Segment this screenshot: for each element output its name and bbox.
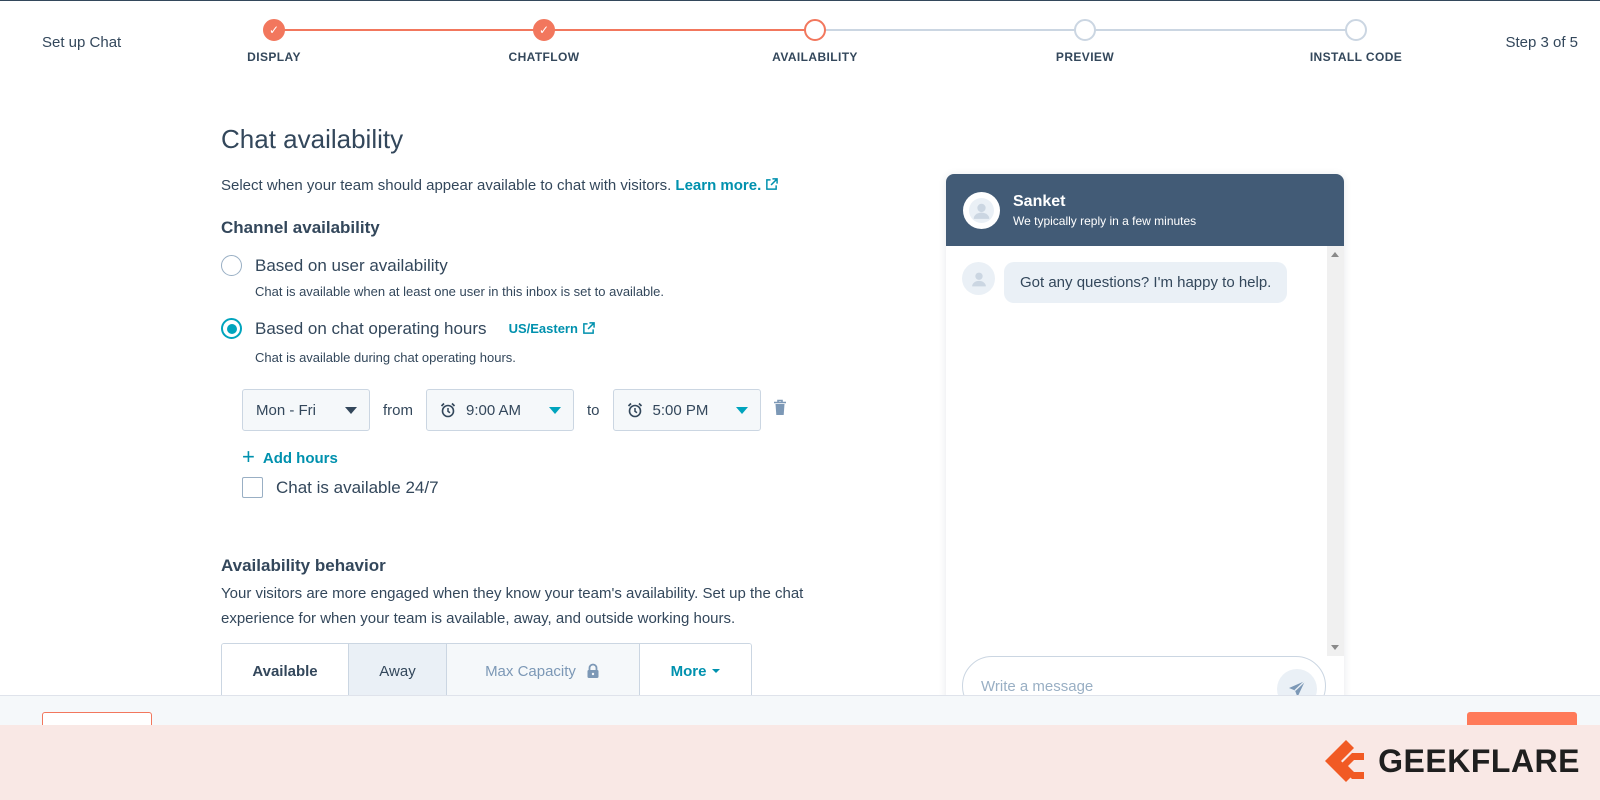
- user-icon: [969, 197, 994, 223]
- timezone-link[interactable]: US/Eastern: [509, 321, 595, 336]
- behavior-description: Your visitors are more engaged when they…: [221, 585, 804, 627]
- chevron-down-icon: [735, 406, 748, 414]
- end-time-select[interactable]: 5:00 PM: [612, 389, 761, 431]
- step-label: INSTALL CODE: [1309, 50, 1403, 64]
- avatar: [963, 191, 1000, 229]
- step-counter: Step 3 of 5: [1505, 34, 1578, 51]
- check-icon: ✓: [263, 19, 285, 41]
- agent-name: Sanket: [1013, 192, 1066, 210]
- external-link-icon: [583, 322, 595, 334]
- geekflare-logo-icon: [1325, 740, 1365, 782]
- intro-description: Select when your team should appear avai…: [221, 177, 672, 194]
- tab-max-capacity[interactable]: Max Capacity: [446, 644, 639, 697]
- radio-help-text: Chat is available when at least one user…: [255, 284, 665, 299]
- to-label: to: [587, 401, 600, 419]
- add-hours-label: Add hours: [262, 450, 338, 467]
- step-indicator: [1074, 19, 1096, 41]
- option-operating-hours[interactable]: Based on chat operating hours US/Eastern: [221, 318, 595, 339]
- avatar: [962, 262, 995, 295]
- external-link-icon: [766, 178, 779, 190]
- tab-label: Away: [379, 662, 416, 680]
- check-icon: ✓: [533, 19, 555, 41]
- checkbox-label: Chat is available 24/7: [276, 477, 439, 497]
- lock-icon: [587, 663, 599, 678]
- step-label: PREVIEW: [1055, 50, 1115, 64]
- tab-label: Max Capacity: [485, 662, 576, 680]
- timezone-label: US/Eastern: [508, 321, 578, 336]
- setup-title: Set up Chat: [42, 34, 122, 51]
- operating-hours-radio[interactable]: [221, 318, 242, 339]
- start-time-select[interactable]: 9:00 AM: [426, 389, 574, 431]
- watermark-band: GEEKFLARE: [0, 725, 1600, 800]
- add-hours-button[interactable]: + Add hours: [242, 444, 338, 470]
- setup-header: Set up Chat ✓ DISPLAY ✓ CHATFLOW AVAILAB…: [0, 0, 1600, 80]
- scroll-up-icon[interactable]: [1331, 252, 1339, 257]
- chat-header: Sanket We typically reply in a few minut…: [946, 174, 1344, 246]
- user-icon: [971, 272, 986, 286]
- radio-help-text: Chat is available during chat operating …: [255, 350, 516, 365]
- user-availability-radio[interactable]: [221, 255, 242, 276]
- operating-hours-row: Mon - Fri from 9:00 AM to 5:00 PM: [242, 389, 787, 431]
- step-label: CHATFLOW: [508, 50, 580, 64]
- availability-behavior-heading: Availability behavior: [221, 556, 386, 575]
- page-title: Chat availability: [221, 124, 404, 154]
- plus-icon: +: [242, 444, 255, 469]
- chat-messages: Got any questions? I'm happy to help.: [946, 246, 1327, 650]
- tab-available[interactable]: Available: [222, 644, 348, 697]
- caret-down-icon: [712, 669, 721, 673]
- start-time-value: 9:00 AM: [466, 401, 522, 419]
- option-user-availability[interactable]: Based on user availability: [221, 255, 448, 276]
- chat-message-box: [962, 656, 1326, 700]
- days-select[interactable]: Mon - Fri: [242, 389, 370, 431]
- brand-name: GEEKFLARE: [1378, 742, 1580, 779]
- always-available-option[interactable]: Chat is available 24/7: [242, 477, 439, 498]
- step-label: DISPLAY: [247, 50, 301, 64]
- intro-text: Select when your team should appear avai…: [221, 177, 779, 194]
- end-time-value: 5:00 PM: [652, 401, 709, 419]
- alarm-clock-icon: [440, 402, 456, 418]
- radio-label: Based on chat operating hours: [255, 318, 487, 338]
- agent-info: Sanket We typically reply in a few minut…: [1013, 193, 1196, 228]
- from-label: from: [383, 401, 413, 419]
- brand-watermark: GEEKFLARE: [1322, 737, 1580, 785]
- tab-label: More: [670, 662, 707, 680]
- agent-status: We typically reply in a few minutes: [1013, 213, 1197, 228]
- tab-more[interactable]: More: [639, 644, 751, 697]
- current-step-indicator: [804, 19, 826, 41]
- tab-away[interactable]: Away: [348, 644, 446, 697]
- chat-message-bubble: Got any questions? I'm happy to help.: [1004, 262, 1288, 303]
- step-indicator: [1345, 19, 1367, 41]
- chevron-down-icon: [549, 406, 561, 414]
- behavior-tabs: Available Away Max Capacity More: [221, 643, 752, 697]
- progress-stepper: ✓ DISPLAY ✓ CHATFLOW AVAILABILITY PREVIE…: [247, 19, 1402, 69]
- channel-availability-heading: Channel availability: [221, 218, 380, 237]
- learn-more-link[interactable]: Learn more.: [675, 177, 779, 194]
- always-available-checkbox[interactable]: [242, 477, 263, 498]
- step-label: AVAILABILITY: [772, 50, 858, 64]
- chat-scrollbar[interactable]: [1327, 246, 1344, 656]
- footer-bar: [0, 695, 1600, 742]
- message-input[interactable]: [981, 657, 1261, 700]
- alarm-clock-icon: [627, 402, 642, 418]
- trash-icon[interactable]: [773, 399, 787, 416]
- scroll-down-icon[interactable]: [1331, 645, 1339, 650]
- days-value: Mon - Fri: [256, 401, 316, 419]
- chat-widget-preview: Sanket We typically reply in a few minut…: [946, 174, 1344, 700]
- tab-label: Available: [252, 662, 318, 680]
- radio-label: Based on user availability: [255, 255, 448, 275]
- chevron-down-icon: [345, 406, 357, 414]
- learn-more-label: Learn more.: [675, 177, 762, 194]
